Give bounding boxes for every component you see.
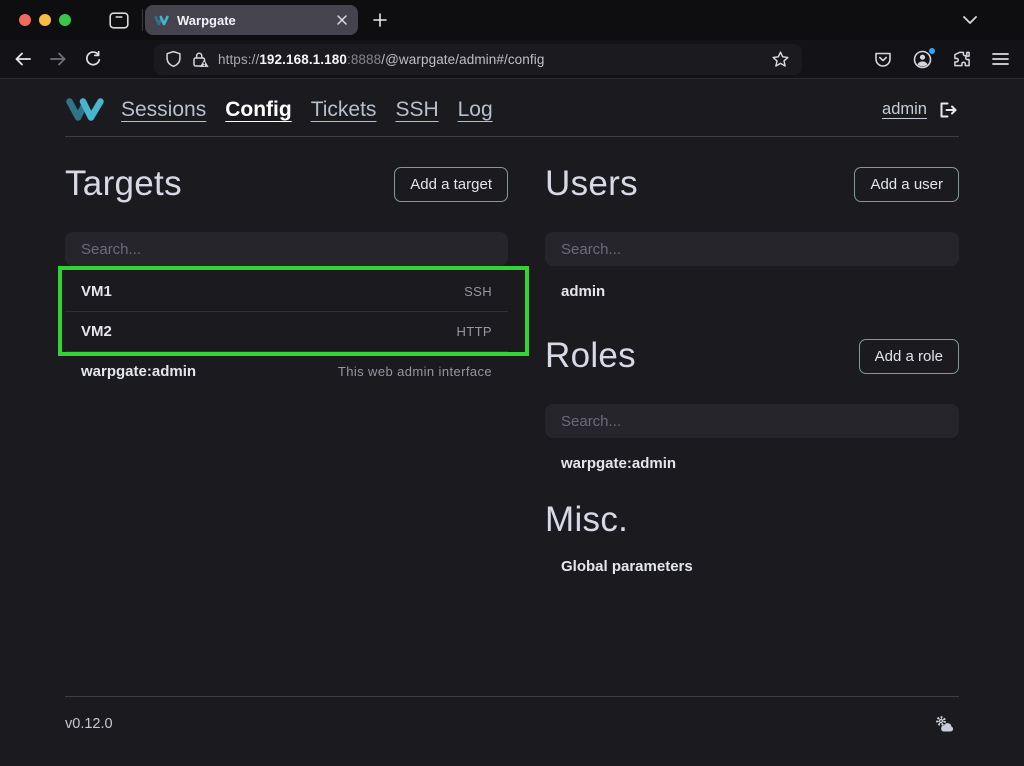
sidebar-toggle-icon[interactable] xyxy=(109,12,129,29)
right-column: Users Add a user admin Roles Add a role xyxy=(545,163,959,586)
users-search-input[interactable] xyxy=(545,232,959,266)
browser-toolbar: https://192.168.1.180:8888/@warpgate/adm… xyxy=(0,40,1024,79)
target-row-warpgate-admin[interactable]: warpgate:admin This web admin interface xyxy=(65,352,508,391)
user-name: admin xyxy=(561,283,605,300)
tracking-protection-shield-icon[interactable] xyxy=(165,50,182,68)
close-window-button[interactable] xyxy=(19,14,31,26)
url-scheme: https:// xyxy=(218,52,259,67)
targets-search-input[interactable] xyxy=(65,232,508,266)
target-row-vm2[interactable]: VM2 HTTP xyxy=(65,312,508,352)
roles-search-input[interactable] xyxy=(545,404,959,438)
roles-title: Roles xyxy=(545,335,636,377)
connection-lock-warning-icon[interactable] xyxy=(191,51,209,68)
warpgate-admin-page: Sessions Config Tickets SSH Log admin Ta… xyxy=(0,79,1024,766)
toolbar-right-icons xyxy=(872,48,1024,71)
target-name: VM1 xyxy=(81,283,112,300)
url-text[interactable]: https://192.168.1.180:8888/@warpgate/adm… xyxy=(218,52,770,67)
targets-title: Targets xyxy=(65,163,182,205)
targets-section: Targets Add a target VM1 SSH VM2 HTTP xyxy=(65,163,508,586)
tab-separator xyxy=(142,9,143,31)
logout-icon[interactable] xyxy=(938,101,959,119)
misc-title: Misc. xyxy=(545,499,628,541)
extensions-puzzle-icon[interactable] xyxy=(951,48,973,70)
highlighted-targets: VM1 SSH VM2 HTTP xyxy=(65,272,508,352)
version-label: v0.12.0 xyxy=(65,716,113,732)
tab-title: Warpgate xyxy=(177,13,327,28)
main-nav: Sessions Config Tickets SSH Log xyxy=(121,98,493,122)
url-host: 192.168.1.180 xyxy=(259,52,347,67)
global-parameters-row[interactable]: Global parameters xyxy=(545,547,959,586)
misc-item-name: Global parameters xyxy=(561,558,693,575)
site-footer: v0.12.0 xyxy=(65,696,959,766)
browser-tab-bar: Warpgate xyxy=(0,0,1024,40)
role-row-warpgate-admin[interactable]: warpgate:admin xyxy=(545,444,959,483)
nav-link-ssh[interactable]: SSH xyxy=(395,98,438,122)
add-user-button[interactable]: Add a user xyxy=(854,167,959,202)
browser-tab-warpgate[interactable]: Warpgate xyxy=(145,5,358,35)
zoom-window-button[interactable] xyxy=(59,14,71,26)
close-tab-icon[interactable] xyxy=(335,13,349,27)
nav-link-tickets[interactable]: Tickets xyxy=(311,98,377,122)
minimize-window-button[interactable] xyxy=(39,14,51,26)
roles-section: Roles Add a role warpgate:admin xyxy=(545,335,959,483)
users-title: Users xyxy=(545,163,638,205)
bookmark-star-icon[interactable] xyxy=(770,49,791,70)
nav-link-log[interactable]: Log xyxy=(458,98,493,122)
account-icon[interactable] xyxy=(911,48,934,71)
targets-list: VM1 SSH VM2 HTTP warpgate:admin This web… xyxy=(65,272,508,391)
user-row-admin[interactable]: admin xyxy=(545,272,959,311)
add-target-button[interactable]: Add a target xyxy=(394,167,508,202)
target-row-vm1[interactable]: VM1 SSH xyxy=(65,272,508,312)
current-user-link[interactable]: admin xyxy=(882,100,927,119)
site-header: Sessions Config Tickets SSH Log admin xyxy=(65,79,959,137)
config-columns: Targets Add a target VM1 SSH VM2 HTTP xyxy=(65,163,959,586)
misc-section: Misc. Global parameters xyxy=(545,499,959,586)
url-port: :8888 xyxy=(347,52,381,67)
gear-cloud-icon[interactable] xyxy=(931,712,959,736)
menu-hamburger-icon[interactable] xyxy=(990,50,1011,68)
macos-traffic-lights xyxy=(0,14,71,26)
url-path: /@warpgate/admin#/config xyxy=(381,52,544,67)
target-kind: HTTP xyxy=(456,324,492,339)
users-section: Users Add a user admin xyxy=(545,163,959,311)
pocket-icon[interactable] xyxy=(872,49,894,70)
nav-link-sessions[interactable]: Sessions xyxy=(121,98,206,122)
role-name: warpgate:admin xyxy=(561,455,676,472)
warpgate-logo xyxy=(65,96,105,123)
new-tab-icon[interactable] xyxy=(371,11,389,29)
back-icon[interactable] xyxy=(10,48,36,70)
target-kind: SSH xyxy=(464,284,492,299)
nav-link-config[interactable]: Config xyxy=(225,98,291,122)
account-notification-dot xyxy=(928,47,936,55)
target-description: This web admin interface xyxy=(338,364,492,379)
target-name: warpgate:admin xyxy=(81,363,196,380)
warpgate-favicon xyxy=(154,15,169,26)
header-user-area: admin xyxy=(882,100,959,119)
url-bar[interactable]: https://192.168.1.180:8888/@warpgate/adm… xyxy=(154,44,802,75)
tab-list-chevron-down-icon[interactable] xyxy=(963,16,977,24)
reload-icon[interactable] xyxy=(80,47,105,71)
add-role-button[interactable]: Add a role xyxy=(859,339,959,374)
target-name: VM2 xyxy=(81,323,112,340)
forward-icon[interactable] xyxy=(45,48,71,70)
